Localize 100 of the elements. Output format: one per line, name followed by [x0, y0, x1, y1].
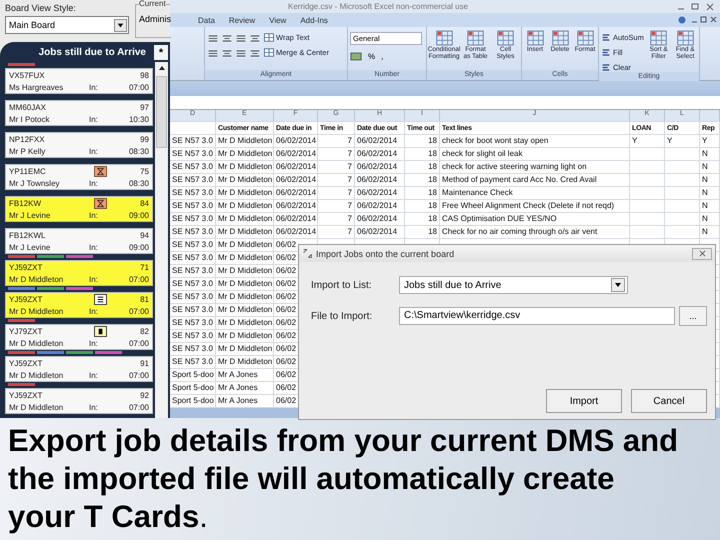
number-format-button[interactable]: ,	[381, 52, 384, 61]
job-number: 81	[139, 294, 149, 304]
table-cell: Y	[702, 136, 708, 145]
table-cell: 06/02/2014	[357, 188, 398, 197]
scroll-thumb[interactable]	[156, 76, 167, 148]
arrival-time: 07:00	[128, 82, 149, 92]
ribbon-tab[interactable]: View	[269, 16, 286, 24]
job-card[interactable]: YJ79ZXT 82 Mr D Middleton In: 07:00	[5, 324, 153, 350]
align-icon[interactable]	[249, 48, 261, 59]
tool-icon	[601, 63, 611, 72]
dialog-button[interactable]: Cancel	[631, 389, 707, 413]
ribbon-tab[interactable]: Add-Ins	[300, 16, 328, 24]
list-title: Jobs still due to Arrive	[38, 46, 146, 58]
in-label: In:	[88, 114, 99, 124]
registration-text: YJ59ZXT	[9, 390, 44, 400]
table-cell: 7	[348, 214, 352, 223]
table-cell: Y	[632, 136, 638, 145]
dialog-title: Import Jobs onto the current board	[316, 248, 454, 258]
table-cell: 18	[428, 175, 437, 184]
window-controls-icon[interactable]	[676, 2, 716, 12]
in-label: In:	[88, 306, 99, 316]
list-icon	[94, 294, 106, 304]
align-icon[interactable]	[235, 48, 247, 59]
board-view-style-label: Board View Style:	[5, 3, 77, 13]
table-cell: 06/02/2014	[357, 214, 398, 223]
job-card[interactable]: YJ59ZXT 81 Mr D Middleton In: 07:00	[5, 292, 153, 318]
hourglass-icon	[94, 166, 106, 176]
scrollbar[interactable]	[155, 62, 168, 418]
registration-text: FB12KWL	[9, 230, 46, 240]
customer-name: Mr J Levine	[9, 242, 52, 252]
arrival-time: 09:00	[128, 210, 149, 220]
registration-text: FB12KW	[9, 198, 42, 208]
table-cell: 06/02/2014	[357, 162, 398, 171]
registration-text: MM60JAX	[9, 102, 47, 112]
table-cell: 06/02/2014	[357, 227, 398, 236]
table-cell: Mr D Middleton	[218, 318, 272, 327]
dialog-button[interactable]: Import	[546, 389, 622, 413]
job-card[interactable]: YP11EMC 75 Mr J Townsley In: 08:30	[5, 164, 153, 190]
job-card[interactable]: VX57FUX 98 Ms Hargreaves In: 07:00	[5, 68, 153, 94]
table-cell: 06/02	[276, 357, 296, 366]
table-cell: 06/02/2014	[276, 227, 316, 236]
file-path-field[interactable]: C:\Smartview\kerridge.csv	[399, 307, 675, 325]
grid-icon	[676, 30, 694, 46]
table-cell: 18	[428, 201, 437, 210]
table-cell: 18	[428, 162, 437, 171]
ribbon-tab[interactable]: Review	[228, 16, 256, 24]
job-number: 98	[139, 70, 149, 80]
table-cell: SE N57 3.0	[172, 227, 213, 236]
arrival-time: 07:00	[128, 370, 149, 380]
table-cell: 18	[428, 188, 437, 197]
customer-name: Mr D Middleton	[9, 338, 64, 348]
import-list-label: Import to List:	[311, 280, 373, 290]
table-cell: 06/02/2014	[276, 188, 316, 197]
table-cell: 18	[428, 136, 437, 145]
align-icon[interactable]	[207, 33, 219, 44]
board-view-style-select[interactable]: Main Board	[5, 16, 129, 34]
ribbon-tab[interactable]: Data	[198, 16, 215, 24]
table-cell: Sport 5-doo	[172, 383, 214, 392]
job-card[interactable]: MM60JAX 97 Mr I Potock In: 10:30	[5, 100, 153, 126]
list-tab[interactable]: *	[154, 44, 168, 60]
table-cell: Mr D Middleton	[218, 292, 272, 301]
grid-icon	[650, 30, 668, 46]
tool-icon	[601, 33, 611, 42]
table-cell: SE N57 3.0	[172, 162, 213, 171]
table-cell: Mr A Jones	[218, 383, 258, 392]
align-icon[interactable]	[235, 33, 247, 44]
job-card[interactable]: YJ59ZXT 71 Mr D Middleton In: 07:00	[5, 260, 153, 286]
table-cell: 06/02	[276, 279, 296, 288]
hourglass-icon	[94, 198, 106, 208]
customer-name: Mr D Middleton	[9, 370, 64, 380]
browse-button[interactable]: ...	[679, 306, 707, 326]
job-card[interactable]: FB12KWL 94 Mr J Levine In: 09:00	[5, 228, 153, 254]
currency-icon[interactable]	[350, 51, 362, 62]
align-icon[interactable]	[221, 48, 233, 59]
arrival-time: 07:00	[128, 306, 149, 316]
table-cell: SE N57 3.0	[172, 253, 213, 262]
table-cell: N	[702, 214, 708, 223]
table-cell: 06/02/2014	[276, 175, 316, 184]
table-cell: 06/02	[276, 331, 296, 340]
job-card[interactable]: YJ59ZXT 92 Mr D Middleton In: 07:00	[5, 388, 153, 414]
import-list-select[interactable]: Jobs still due to Arrive	[399, 276, 628, 294]
table-cell: 06/02	[276, 240, 296, 249]
number-format-button[interactable]: %	[368, 52, 376, 61]
job-card[interactable]: NP12FXX 99 Mr P Kelly In: 08:30	[5, 132, 153, 158]
table-cell: 06/02	[276, 266, 296, 275]
job-card[interactable]: FB12KW 84 Mr J Levine In: 09:00	[5, 196, 153, 222]
grid-icon	[497, 30, 514, 46]
table-cell: Mr D Middleton	[218, 162, 272, 171]
job-card[interactable]: YJ59ZXT 91 Mr D Middleton In: 07:00	[5, 356, 153, 382]
table-cell: SE N57 3.0	[172, 149, 213, 158]
workbook-controls-icon[interactable]	[678, 15, 718, 25]
in-label: In:	[88, 402, 99, 412]
align-icon[interactable]	[221, 33, 233, 44]
arrival-time: 07:00	[128, 274, 149, 284]
table-cell: SE N57 3.0	[172, 266, 213, 275]
in-label: In:	[88, 82, 99, 92]
close-button[interactable]	[692, 248, 712, 260]
align-icon[interactable]	[249, 33, 261, 44]
table-cell: 06/02	[276, 344, 296, 353]
align-icon[interactable]	[207, 48, 219, 59]
